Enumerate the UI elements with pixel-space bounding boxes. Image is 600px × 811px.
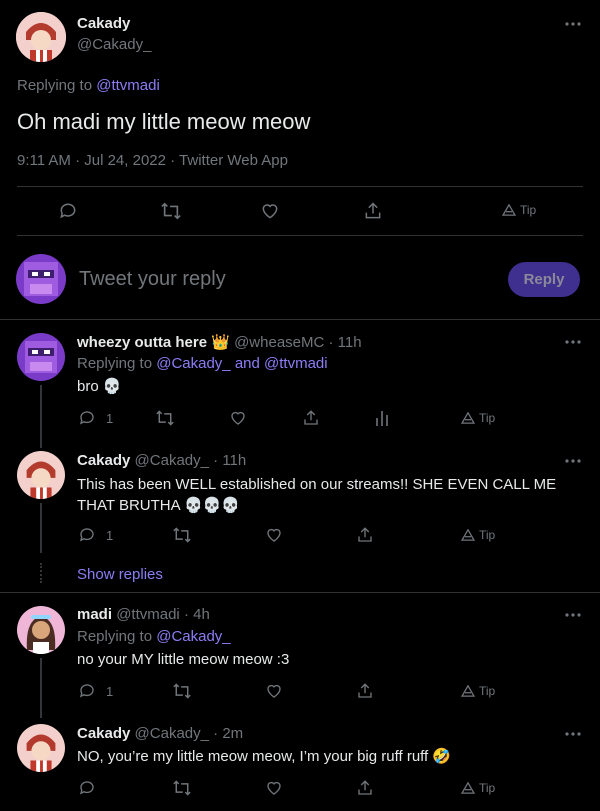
- reply-header: madi @ttvmadi · 4h: [77, 606, 210, 623]
- replying-to-line: Replying to @ttvmadi: [17, 77, 160, 94]
- retweet-icon[interactable]: [172, 681, 192, 701]
- replying-prefix: Replying to: [17, 77, 93, 94]
- tip-icon: [502, 204, 516, 216]
- reply-text: no your MY little meow meow :3: [77, 651, 290, 668]
- reply-icon[interactable]: [77, 778, 97, 798]
- more-icon[interactable]: [563, 724, 583, 744]
- author-handle[interactable]: @wheaseMC: [234, 334, 324, 351]
- reply-time[interactable]: · 11h: [213, 452, 246, 469]
- reply-text: bro 💀: [77, 378, 122, 395]
- share-icon[interactable]: [355, 525, 375, 545]
- divider: [0, 592, 600, 593]
- divider: [17, 235, 583, 236]
- avatar-current-user[interactable]: [16, 254, 66, 304]
- reply-header: Cakady @Cakady_ · 11h: [77, 452, 246, 469]
- retweet-icon[interactable]: [172, 525, 192, 545]
- avatar-madi[interactable]: [17, 606, 65, 654]
- author-name[interactable]: Cakady: [77, 452, 130, 469]
- tip-button[interactable]: Tip: [461, 411, 495, 425]
- author-handle[interactable]: @ttvmadi: [116, 606, 180, 623]
- tip-label: Tip: [479, 781, 496, 795]
- avatar-wheezy[interactable]: [17, 333, 65, 381]
- like-icon[interactable]: [264, 681, 284, 701]
- share-icon[interactable]: [362, 200, 384, 222]
- share-icon[interactable]: [355, 681, 375, 701]
- tip-label: Tip: [479, 411, 496, 425]
- reply-text: This has been WELL established on our st…: [77, 474, 567, 516]
- tip-button[interactable]: Tip: [461, 781, 495, 795]
- more-icon[interactable]: [563, 14, 583, 34]
- reply-header: Cakady @Cakady_ · 2m: [77, 725, 243, 742]
- replying-to-link[interactable]: @ttvmadi: [96, 77, 160, 94]
- more-icon[interactable]: [563, 451, 583, 471]
- replying-to-link[interactable]: @Cakady_: [156, 628, 230, 645]
- reply-time[interactable]: · 4h: [184, 606, 210, 623]
- author-name[interactable]: Cakady: [77, 15, 130, 32]
- divider: [0, 319, 600, 320]
- replying-to-link[interactable]: @Cakady_: [156, 355, 230, 372]
- thread-line: [40, 385, 42, 448]
- tip-icon: [461, 782, 475, 794]
- tip-icon: [461, 412, 475, 424]
- replying-to-line: Replying to @Cakady_: [77, 628, 231, 645]
- tweet-text: Oh madi my little meow meow: [17, 109, 311, 134]
- analytics-icon[interactable]: [372, 408, 392, 428]
- tip-button[interactable]: Tip: [502, 203, 536, 217]
- replying-to-line: Replying to @Cakady_ and @ttvmadi: [77, 355, 328, 372]
- like-icon[interactable]: [264, 525, 284, 545]
- tip-label: Tip: [479, 528, 496, 542]
- reply-time[interactable]: · 2m: [213, 725, 243, 742]
- tip-icon: [461, 529, 475, 541]
- thread-dots: [40, 563, 42, 583]
- reply-input[interactable]: Tweet your reply: [79, 268, 489, 291]
- author-handle[interactable]: @Cakady_: [135, 452, 209, 469]
- tip-label: Tip: [479, 684, 496, 698]
- avatar-cakady[interactable]: [16, 12, 66, 62]
- share-icon[interactable]: [301, 408, 321, 428]
- avatar-cakady[interactable]: [17, 724, 65, 772]
- reply-text-line: THAT BRUTHA 💀💀💀: [77, 497, 240, 514]
- author-name[interactable]: madi: [77, 606, 112, 623]
- author-name[interactable]: Cakady: [77, 725, 130, 742]
- retweet-icon[interactable]: [160, 200, 182, 222]
- reply-text: NO, you’re my little meow meow, I’m your…: [77, 748, 452, 765]
- author-handle[interactable]: @Cakady_: [135, 725, 209, 742]
- divider: [17, 186, 583, 187]
- crown-badge: 👑: [211, 334, 230, 351]
- show-replies-link[interactable]: Show replies: [77, 566, 163, 583]
- retweet-icon[interactable]: [155, 408, 175, 428]
- reply-time[interactable]: · 11h: [329, 334, 362, 351]
- like-icon[interactable]: [228, 408, 248, 428]
- tip-button[interactable]: Tip: [461, 684, 495, 698]
- author-name[interactable]: wheezy outta here: [77, 334, 207, 351]
- reply-icon[interactable]: [77, 681, 97, 701]
- avatar-cakady[interactable]: [17, 451, 65, 499]
- replying-and: and: [234, 355, 260, 372]
- like-icon[interactable]: [264, 778, 284, 798]
- reply-button[interactable]: Reply: [508, 262, 580, 297]
- retweet-icon[interactable]: [172, 778, 192, 798]
- tip-label: Tip: [520, 203, 537, 217]
- more-icon[interactable]: [563, 605, 583, 625]
- share-icon[interactable]: [355, 778, 375, 798]
- reply-header: wheezy outta here 👑 @wheaseMC · 11h: [77, 333, 362, 351]
- replying-prefix: Replying to: [77, 355, 153, 372]
- tip-icon: [461, 685, 475, 697]
- thread-line: [40, 503, 42, 553]
- tweet-meta[interactable]: 9:11 AM · Jul 24, 2022 · Twitter Web App: [17, 152, 288, 169]
- author-handle[interactable]: @Cakady_: [77, 36, 151, 53]
- replying-prefix: Replying to: [77, 628, 153, 645]
- tip-button[interactable]: Tip: [461, 528, 495, 542]
- like-icon[interactable]: [259, 200, 281, 222]
- reply-count: 1: [106, 411, 114, 426]
- reply-count: 1: [106, 528, 114, 543]
- reply-icon[interactable]: [77, 525, 97, 545]
- reply-count: 1: [106, 684, 114, 699]
- reply-icon[interactable]: [77, 408, 97, 428]
- reply-icon[interactable]: [57, 200, 79, 222]
- reply-text-line: This has been WELL established on our st…: [77, 476, 557, 493]
- replying-to-link[interactable]: @ttvmadi: [264, 355, 328, 372]
- thread-line: [40, 658, 42, 718]
- more-icon[interactable]: [563, 332, 583, 352]
